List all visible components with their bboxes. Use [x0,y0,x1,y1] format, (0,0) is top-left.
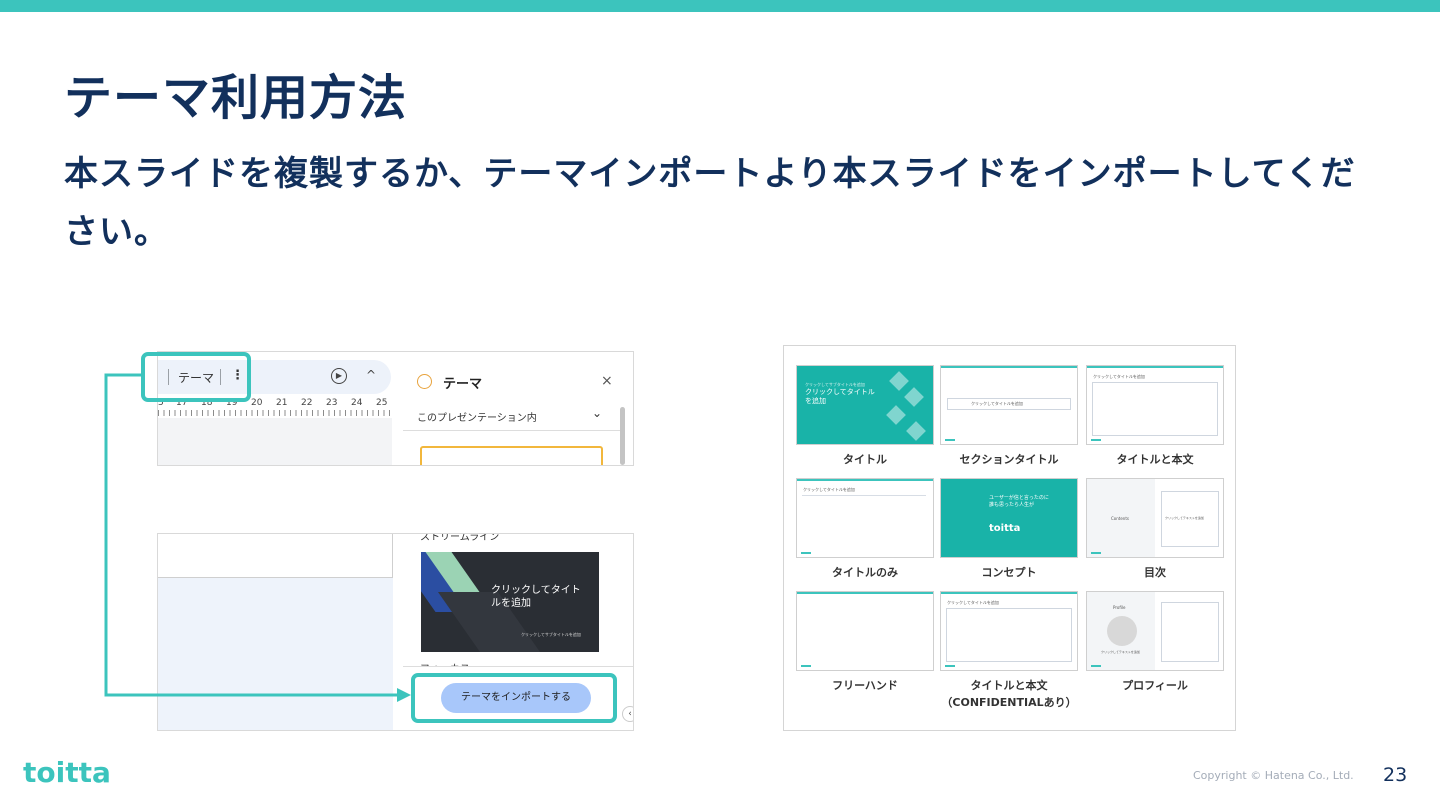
thumbnail-footer [801,552,811,554]
thumbnail-footer [1091,552,1101,554]
layout-label: コンセプト [981,566,1037,579]
layout-label: タイトルと本文 （CONFIDENTIALあり） [941,679,1077,709]
layout-thumbnail: クリックしてタイトルを追加 [940,591,1078,671]
thumbnail-placeholder [1092,382,1218,436]
thumbnail-placeholder [946,608,1072,662]
thumbnail-footer [945,439,955,441]
thumbnail-footer [1091,439,1101,441]
avatar-placeholder [1107,616,1137,646]
layout-thumbnail: クリックしてタイトルを追加 [796,478,934,558]
decor-shape [904,387,924,407]
thumbnail-footer [801,665,811,667]
thumbnail-placeholder [1161,602,1219,662]
thumbnail-text: ユーザーが信と言ったのに誰も思ったら人生が [989,495,1049,508]
thumbnail-text: クリックしてタイトルを追加 [803,487,855,492]
thumbnail-text: クリックしてタイトルを追加 [947,600,999,605]
layout-label: フリーハンド [832,679,898,692]
thumbnail-line [802,495,926,496]
thumbnail-subtext: クリックしてテキストを追加 [1101,650,1140,654]
layout-label: 目次 [1144,566,1166,579]
decor-shape [886,405,906,425]
decor-shape [906,421,926,441]
layout-thumbnail: Profile クリックしてテキストを追加 [1086,591,1224,671]
thumbnail-logo: toitta [989,523,1021,534]
layout-label: セクションタイトル [959,453,1059,466]
layout-label: タイトルのみ [832,566,898,579]
thumbnail-text: Contents [1111,516,1129,521]
layout-label: タイトルと本文 [1116,453,1194,466]
layout-thumbnail: ユーザーが信と言ったのに誰も思ったら人生が toitta [940,478,1078,558]
layout-thumbnail: Contents クリックしてテキストを追加 [1086,478,1224,558]
thumbnail-text: クリックしてタイトルを追加 [1093,374,1145,379]
thumbnail-subtext: クリックしてサブタイトルを追加 [805,382,865,387]
copyright: Copyright © Hatena Co., Ltd. [1193,769,1354,782]
layout-grid-screenshot: クリックしてタイトルを追加 クリックしてサブタイトルを追加 タイトル クリックし… [783,345,1236,731]
layout-label: タイトル [843,453,887,466]
thumbnail-text: クリックしてタイトルを追加 [805,388,875,405]
thumbnail-text: クリックしてタイトルを追加 [971,401,1023,406]
thumbnail-bar [941,366,1077,368]
thumbnail-bar [797,592,933,594]
thumbnail-bar [1087,366,1223,368]
thumbnail-footer [945,665,955,667]
page-number: 23 [1383,764,1408,786]
thumbnail-footer [1091,665,1101,667]
toitta-logo: toitta [23,756,111,789]
thumbnail-bar [797,479,933,481]
decor-shape [889,371,909,391]
layout-thumbnail: クリックしてタイトルを追加 [940,365,1078,445]
thumbnail-text: Profile [1113,605,1126,610]
layout-label: プロフィール [1122,679,1188,692]
thumbnail-subtext: クリックしてテキストを追加 [1165,516,1204,520]
layout-thumbnail: クリックしてタイトルを追加 [1086,365,1224,445]
thumbnail-bar [941,592,1077,594]
layout-thumbnail: クリックしてタイトルを追加 クリックしてサブタイトルを追加 [796,365,934,445]
layout-thumbnail [796,591,934,671]
